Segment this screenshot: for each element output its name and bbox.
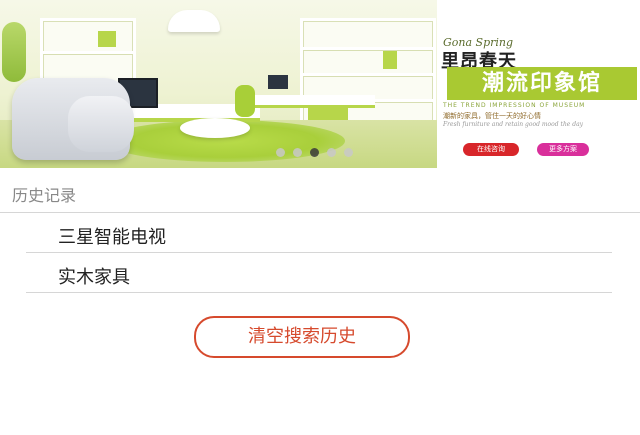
carousel-dot[interactable]	[344, 148, 353, 157]
ceiling-lamp	[168, 10, 220, 32]
promo-subtitle: 潮新的家具，管住一天的好心情	[443, 112, 541, 120]
history-title: 历史记录	[12, 186, 77, 205]
coffee-table	[180, 118, 250, 138]
banner-carousel[interactable]: Gona Spring 里昂春天 潮流印象馆 THE TREND IMPRESS…	[0, 0, 640, 168]
bookshelf-right	[300, 18, 436, 136]
banner-room-image	[0, 0, 437, 168]
desk-chair	[235, 85, 255, 117]
carousel-dot[interactable]	[327, 148, 336, 157]
promo-consult-button[interactable]: 在线咨询	[463, 143, 519, 156]
promo-headline: 潮流印象馆	[447, 67, 637, 100]
sofa-arm	[68, 96, 134, 152]
history-item-label: 实木家具	[58, 267, 130, 288]
history-item[interactable]: 三星智能电视	[26, 213, 612, 253]
banner-promo-panel: Gona Spring 里昂春天 潮流印象馆 THE TREND IMPRESS…	[437, 0, 640, 168]
computer-monitor	[268, 75, 288, 89]
wall-plant	[2, 22, 26, 82]
carousel-dot[interactable]	[276, 148, 285, 157]
desk	[255, 95, 375, 108]
history-header: 历史记录	[0, 168, 640, 213]
promo-english-line: THE TREND IMPRESSION OF MUSEUM	[443, 102, 586, 109]
promo-more-plans-button[interactable]: 更多方案	[537, 143, 589, 156]
promo-subtitle-english: Fresh furniture and retain good mood the…	[443, 121, 584, 128]
history-item[interactable]: 实木家具	[26, 253, 612, 293]
history-list: 三星智能电视 实木家具	[26, 213, 612, 293]
history-item-label: 三星智能电视	[58, 227, 166, 248]
carousel-indicator	[276, 148, 353, 158]
carousel-dot[interactable]	[293, 148, 302, 157]
carousel-dot-active[interactable]	[310, 148, 319, 157]
clear-history-button[interactable]: 清空搜索历史	[194, 316, 410, 358]
